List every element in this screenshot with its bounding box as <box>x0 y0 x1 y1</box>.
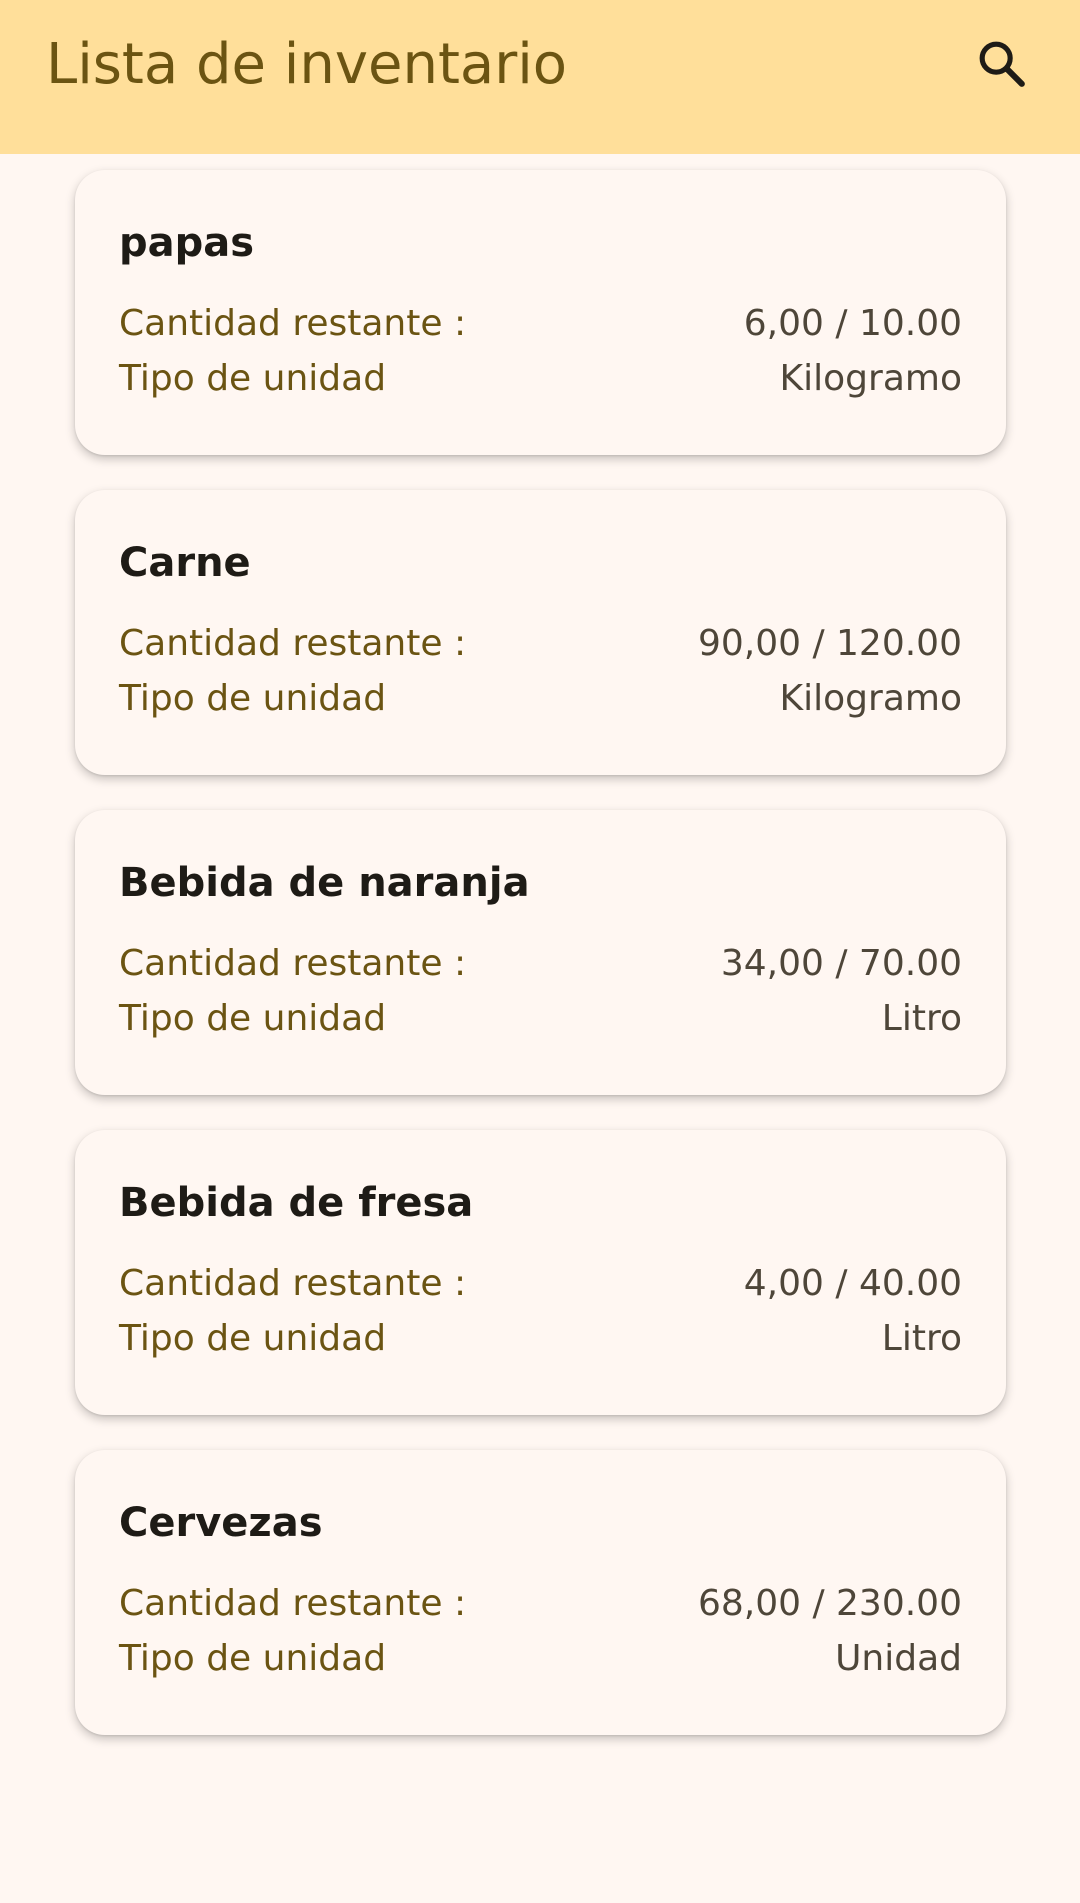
unit-label: Tipo de unidad <box>119 1638 387 1679</box>
inventory-card[interactable]: Carne Cantidad restante : 90,00 / 120.00… <box>75 490 1006 775</box>
item-name: Bebida de naranja <box>119 860 530 906</box>
unit-label: Tipo de unidad <box>119 1318 387 1359</box>
quantity-value: 68,00 / 230.00 <box>697 1583 962 1624</box>
item-name: Bebida de fresa <box>119 1180 474 1226</box>
search-icon <box>979 41 1025 87</box>
inventory-card[interactable]: Bebida de naranja Cantidad restante : 34… <box>75 810 1006 1095</box>
unit-value: Litro <box>881 998 962 1039</box>
quantity-label: Cantidad restante : <box>119 623 467 664</box>
unit-value: Kilogramo <box>779 678 962 719</box>
unit-row: Tipo de unidad Litro <box>119 1315 962 1363</box>
search-button[interactable] <box>970 32 1034 96</box>
item-name: Cervezas <box>119 1500 323 1546</box>
quantity-row: Cantidad restante : 68,00 / 230.00 <box>119 1580 962 1628</box>
unit-value: Kilogramo <box>779 358 962 399</box>
quantity-row: Cantidad restante : 90,00 / 120.00 <box>119 620 962 668</box>
quantity-value: 90,00 / 120.00 <box>697 623 962 664</box>
quantity-label: Cantidad restante : <box>119 1263 467 1304</box>
unit-row: Tipo de unidad Kilogramo <box>119 675 962 723</box>
quantity-label: Cantidad restante : <box>119 943 467 984</box>
quantity-value: 6,00 / 10.00 <box>743 303 962 344</box>
inventory-card[interactable]: papas Cantidad restante : 6,00 / 10.00 T… <box>75 170 1006 455</box>
page-title: Lista de inventario <box>46 32 568 97</box>
quantity-row: Cantidad restante : 6,00 / 10.00 <box>119 300 962 348</box>
quantity-value: 4,00 / 40.00 <box>743 1263 962 1304</box>
unit-row: Tipo de unidad Unidad <box>119 1635 962 1683</box>
inventory-card[interactable]: Bebida de fresa Cantidad restante : 4,00… <box>75 1130 1006 1415</box>
unit-row: Tipo de unidad Kilogramo <box>119 355 962 403</box>
unit-label: Tipo de unidad <box>119 678 387 719</box>
unit-label: Tipo de unidad <box>119 998 387 1039</box>
unit-value: Unidad <box>835 1638 962 1679</box>
inventory-card[interactable]: Cervezas Cantidad restante : 68,00 / 230… <box>75 1450 1006 1735</box>
quantity-label: Cantidad restante : <box>119 1583 467 1624</box>
item-name: Carne <box>119 540 251 586</box>
app-bar: Lista de inventario <box>0 0 1080 154</box>
unit-value: Litro <box>881 1318 962 1359</box>
quantity-value: 34,00 / 70.00 <box>720 943 962 984</box>
quantity-row: Cantidad restante : 34,00 / 70.00 <box>119 940 962 988</box>
quantity-row: Cantidad restante : 4,00 / 40.00 <box>119 1260 962 1308</box>
unit-row: Tipo de unidad Litro <box>119 995 962 1043</box>
quantity-label: Cantidad restante : <box>119 303 467 344</box>
item-name: papas <box>119 220 255 266</box>
unit-label: Tipo de unidad <box>119 358 387 399</box>
